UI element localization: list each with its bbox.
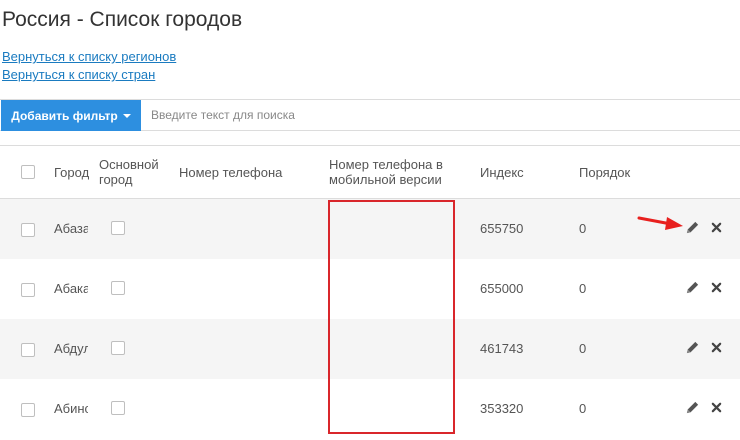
pencil-icon[interactable] (685, 220, 700, 235)
select-all-checkbox[interactable] (21, 165, 35, 179)
caret-down-icon (122, 113, 131, 118)
table-row: Абакан 655000 0 (0, 259, 740, 319)
index-value: 655000 (480, 281, 524, 296)
row-checkbox[interactable] (21, 223, 35, 237)
back-to-regions-link[interactable]: Вернуться к списку регионов (2, 49, 176, 64)
index-value: 655750 (480, 221, 524, 236)
main-city-checkbox[interactable] (111, 281, 125, 295)
order-value: 0 (579, 221, 587, 236)
pencil-icon[interactable] (685, 280, 700, 295)
order-value: 0 (579, 401, 587, 416)
index-value: 353320 (480, 401, 524, 416)
main-city-checkbox[interactable] (111, 221, 125, 235)
search-input[interactable] (141, 100, 740, 130)
header-city[interactable]: Город (54, 165, 89, 180)
close-icon[interactable] (711, 282, 722, 293)
header-phone[interactable]: Номер телефона (179, 165, 282, 180)
toolbar: Добавить фильтр (0, 99, 740, 131)
back-to-countries-link[interactable]: Вернуться к списку стран (2, 67, 155, 82)
row-checkbox[interactable] (21, 283, 35, 297)
main-city-checkbox[interactable] (111, 341, 125, 355)
pencil-icon[interactable] (685, 340, 700, 355)
header-index[interactable]: Индекс (480, 165, 524, 180)
order-value: 0 (579, 341, 587, 356)
header-order[interactable]: Порядок (579, 165, 630, 180)
main-city-checkbox[interactable] (111, 401, 125, 415)
page-title: Россия - Список городов (2, 8, 243, 31)
table-header: Город Основной город Номер телефона Номе… (0, 146, 740, 199)
order-value: 0 (579, 281, 587, 296)
index-value: 461743 (480, 341, 524, 356)
city-name: Абдулино (54, 341, 88, 356)
row-checkbox[interactable] (21, 403, 35, 417)
close-icon[interactable] (711, 342, 722, 353)
city-name: Абаза (54, 221, 88, 236)
header-mobile-phone[interactable]: Номер телефона в мобильной версии (329, 157, 459, 187)
red-arrow-icon (637, 216, 683, 230)
add-filter-button[interactable]: Добавить фильтр (1, 100, 141, 131)
table-row: Абаза 655750 0 (0, 199, 740, 259)
table-row: Абдулино 461743 0 (0, 319, 740, 379)
cities-table: Город Основной город Номер телефона Номе… (0, 145, 740, 439)
add-filter-label: Добавить фильтр (11, 108, 118, 123)
city-name: Абакан (54, 281, 88, 296)
city-name: Абинск (54, 401, 88, 416)
close-icon[interactable] (711, 222, 722, 233)
row-checkbox[interactable] (21, 343, 35, 357)
pencil-icon[interactable] (685, 400, 700, 415)
table-row: Абинск 353320 0 (0, 379, 740, 439)
close-icon[interactable] (711, 402, 722, 413)
header-main-city[interactable]: Основной город (99, 157, 169, 187)
